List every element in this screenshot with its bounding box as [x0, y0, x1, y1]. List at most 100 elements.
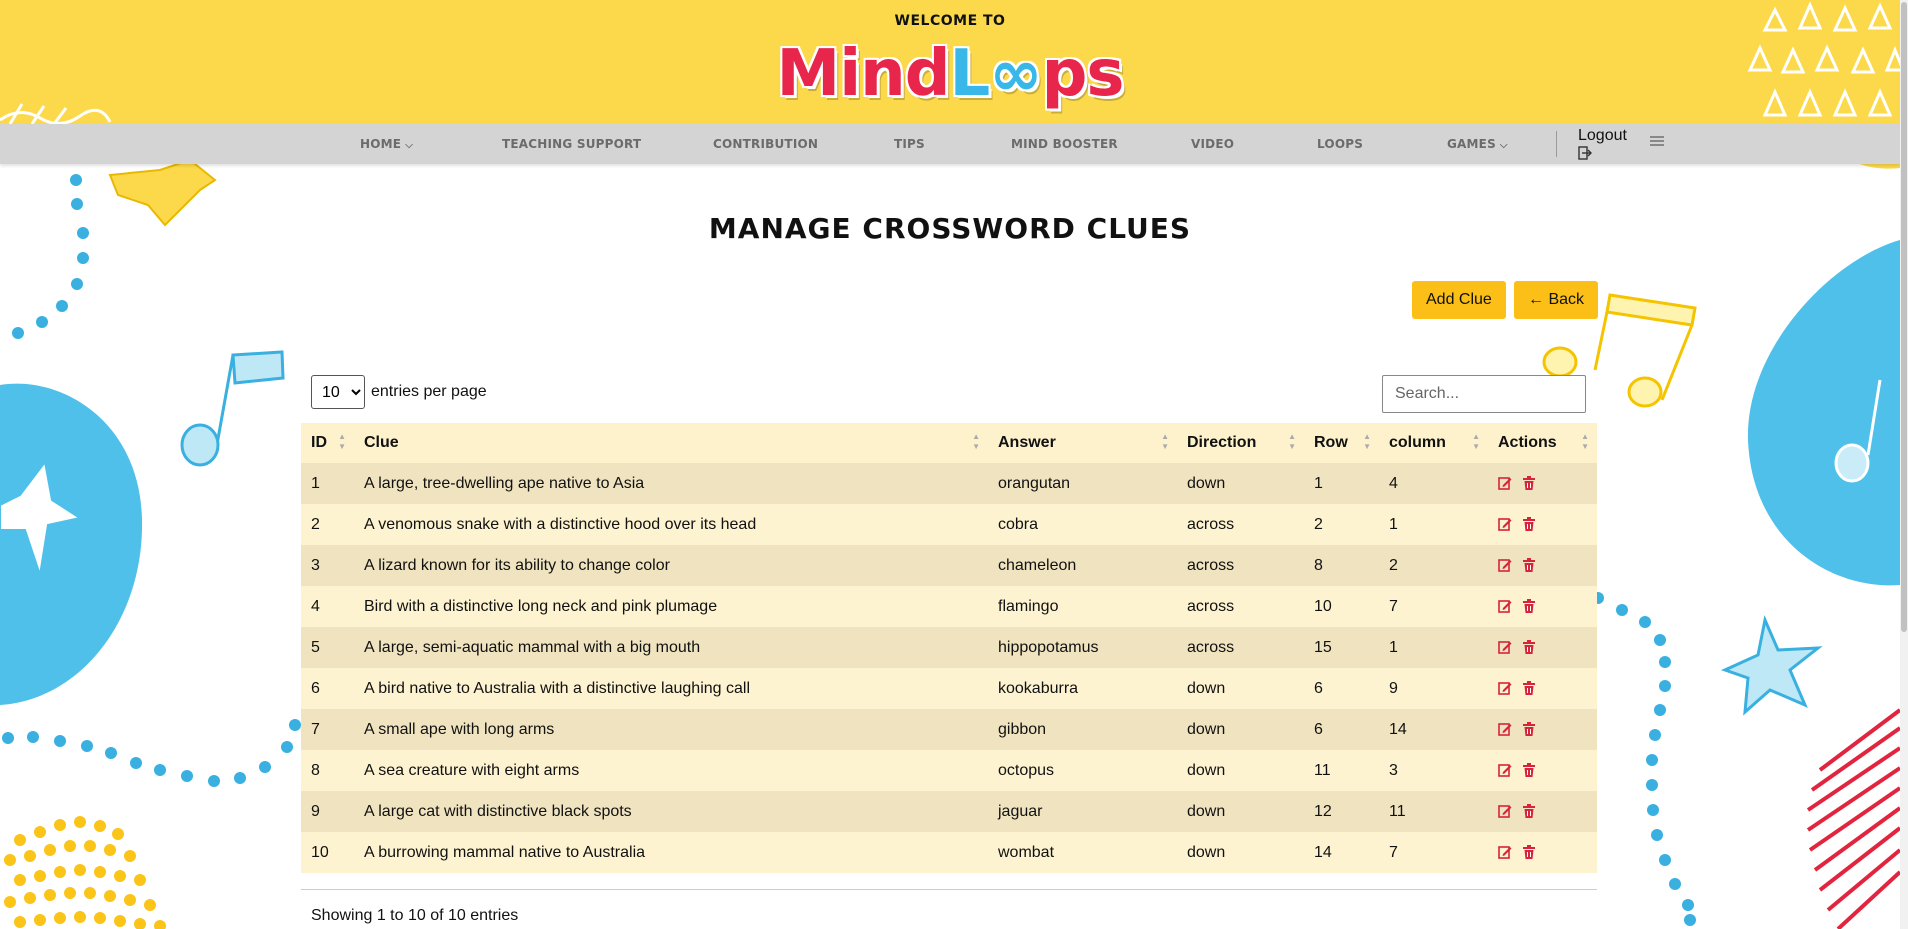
cell-clue: A lizard known for its ability to change…: [364, 556, 670, 574]
cell-actions: [1488, 750, 1597, 791]
column-header-actions[interactable]: Actions ▲ ▼: [1488, 423, 1597, 463]
search-input[interactable]: [1382, 375, 1586, 413]
chevron-down-icon: ⌵: [405, 140, 413, 151]
cell-id: 9: [311, 802, 320, 820]
cell-answer: octopus: [998, 761, 1055, 779]
entries-per-page: 10 entries per page: [311, 375, 487, 409]
sort-icon: ▲ ▼: [338, 432, 346, 451]
cell-clue: Bird with a distinctive long neck and pi…: [364, 597, 718, 615]
delete-icon[interactable]: [1522, 599, 1536, 614]
delete-icon[interactable]: [1522, 722, 1536, 737]
add-clue-button[interactable]: Add Clue: [1412, 281, 1506, 319]
edit-icon[interactable]: [1498, 722, 1512, 737]
column-header-direction[interactable]: Direction ▲ ▼: [1177, 423, 1304, 463]
page-title: MANAGE CROSSWORD CLUES: [708, 212, 1192, 245]
cell-actions: [1488, 504, 1597, 545]
sort-icon: ▲ ▼: [1472, 432, 1480, 451]
delete-icon[interactable]: [1522, 558, 1536, 573]
column-header-column[interactable]: column ▲ ▼: [1379, 423, 1488, 463]
nav-mind-booster[interactable]: MIND BOOSTER: [1011, 137, 1118, 151]
delete-icon[interactable]: [1522, 804, 1536, 819]
column-header-clue[interactable]: Clue ▲ ▼: [354, 423, 988, 463]
delete-icon[interactable]: [1522, 681, 1536, 696]
nav-loops-label: LOOPS: [1317, 137, 1364, 151]
menu-icon[interactable]: [1650, 134, 1664, 148]
column-header-label: ID: [311, 434, 327, 451]
edit-icon[interactable]: [1498, 763, 1512, 778]
main-navbar: HOME ⌵ TEACHING SUPPORT CONTRIBUTION TIPS…: [0, 124, 1900, 164]
delete-icon[interactable]: [1522, 763, 1536, 778]
cell-column: 3: [1389, 761, 1398, 779]
cell-clue: A large cat with distinctive black spots: [364, 802, 632, 820]
cell-row: 6: [1314, 679, 1323, 697]
cell-clue: A small ape with long arms: [364, 720, 555, 738]
cell-actions: [1488, 832, 1597, 873]
edit-icon[interactable]: [1498, 517, 1512, 532]
nav-teaching-support[interactable]: TEACHING SUPPORT: [502, 137, 641, 151]
sort-icon: ▲ ▼: [1363, 432, 1371, 451]
delete-icon[interactable]: [1522, 845, 1536, 860]
edit-icon[interactable]: [1498, 558, 1512, 573]
cell-direction: across: [1187, 556, 1235, 574]
column-header-id[interactable]: ID ▲ ▼: [301, 423, 354, 463]
cell-clue: A large, semi-aquatic mammal with a big …: [364, 638, 701, 656]
delete-icon[interactable]: [1522, 476, 1536, 491]
sort-icon: ▲ ▼: [1161, 432, 1169, 451]
cell-clue: A large, tree-dwelling ape native to Asi…: [364, 474, 645, 492]
nav-video[interactable]: VIDEO: [1191, 137, 1234, 151]
table-divider: [301, 889, 1597, 890]
table-header-row: ID ▲ ▼ Clue ▲ ▼ Answer ▲ ▼ Direction ▲ ▼ Row ▲ ▼ c…: [301, 423, 1597, 463]
cell-id: 10: [311, 843, 329, 861]
edit-icon[interactable]: [1498, 476, 1512, 491]
edit-icon[interactable]: [1498, 640, 1512, 655]
back-button[interactable]: ← Back: [1514, 281, 1599, 319]
table-row: 7 A small ape with long arms gibbon down 6 14: [301, 709, 1597, 750]
cell-column: 1: [1389, 515, 1398, 533]
cell-answer: flamingo: [998, 597, 1059, 615]
cell-answer: chameleon: [998, 556, 1077, 574]
site-header: WELCOME TO MindL∞ps: [0, 0, 1900, 124]
cell-actions: [1488, 545, 1597, 586]
scrollbar-thumb[interactable]: [1901, 2, 1907, 632]
column-header-row[interactable]: Row ▲ ▼: [1304, 423, 1379, 463]
delete-icon[interactable]: [1522, 640, 1536, 655]
mindloops-logo[interactable]: MindL∞ps: [0, 34, 1900, 114]
cell-row: 10: [1314, 597, 1332, 615]
delete-icon[interactable]: [1522, 517, 1536, 532]
cell-clue: A venomous snake with a distinctive hood…: [364, 515, 757, 533]
nav-mind-booster-label: MIND BOOSTER: [1011, 137, 1118, 151]
column-header-answer[interactable]: Answer ▲ ▼: [988, 423, 1177, 463]
logout-icon[interactable]: [1578, 146, 1592, 160]
cell-row: 6: [1314, 720, 1323, 738]
column-header-label: Row: [1314, 434, 1348, 451]
cell-actions: [1488, 463, 1597, 504]
nav-teaching-support-label: TEACHING SUPPORT: [502, 137, 642, 151]
entries-per-page-select[interactable]: 10: [311, 375, 365, 409]
column-header-label: Clue: [364, 434, 399, 451]
table-row: 5 A large, semi-aquatic mammal with a big…: [301, 627, 1597, 668]
column-header-label: column: [1389, 434, 1446, 451]
page-scrollbar[interactable]: [1900, 0, 1908, 929]
cell-answer: orangutan: [998, 474, 1071, 492]
cell-row: 11: [1314, 761, 1331, 779]
edit-icon[interactable]: [1498, 599, 1512, 614]
edit-icon[interactable]: [1498, 681, 1512, 696]
edit-icon[interactable]: [1498, 804, 1512, 819]
cell-id: 1: [311, 474, 320, 492]
logout-link[interactable]: Logout: [1578, 127, 1627, 145]
cell-actions: [1488, 668, 1597, 709]
column-header-label: Answer: [998, 434, 1056, 451]
cell-row: 2: [1314, 515, 1323, 533]
nav-home[interactable]: HOME ⌵: [360, 137, 413, 151]
column-header-label: Actions: [1498, 434, 1557, 451]
nav-contribution[interactable]: CONTRIBUTION: [713, 137, 818, 151]
nav-tips[interactable]: TIPS: [894, 137, 925, 151]
cell-clue: A sea creature with eight arms: [364, 761, 580, 779]
nav-games[interactable]: GAMES ⌵: [1447, 137, 1508, 151]
cell-id: 3: [311, 556, 320, 574]
nav-loops[interactable]: LOOPS: [1317, 137, 1363, 151]
cell-id: 4: [311, 597, 320, 615]
cell-id: 5: [311, 638, 320, 656]
cell-direction: down: [1187, 802, 1226, 820]
edit-icon[interactable]: [1498, 845, 1512, 860]
